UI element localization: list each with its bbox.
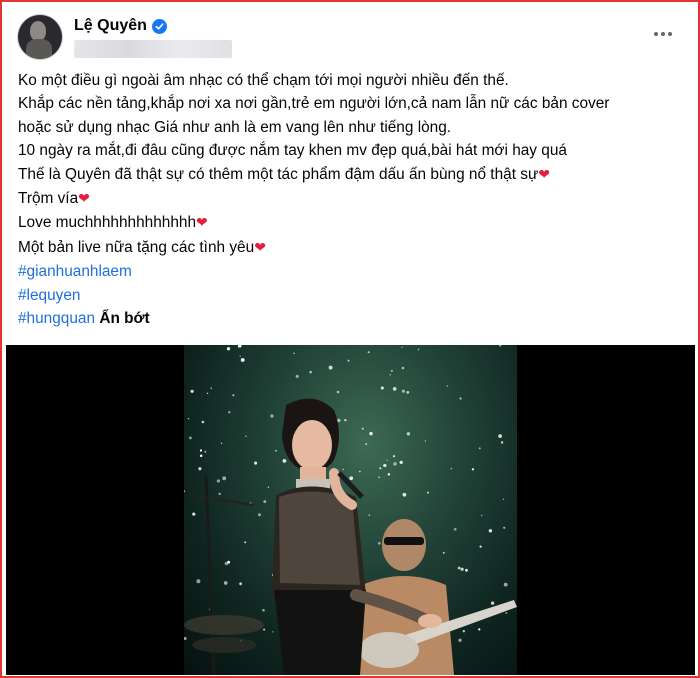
post-line: 10 ngày ra mắt,đi đâu cũng được nắm tay …: [18, 142, 567, 160]
concert-frame: [184, 345, 517, 675]
avatar-face: [30, 21, 46, 41]
hashtag-link[interactable]: #gianhuanhlaem: [18, 263, 132, 280]
hashtag-line: #gianhuanhlaem: [18, 260, 686, 283]
post-card: Lệ Quyên Ko một điều gì ngoài âm nhạc có…: [0, 0, 700, 678]
hashtag-link[interactable]: #hungquan: [18, 310, 95, 327]
heart-icon: ❤: [78, 191, 90, 208]
post-line: Khắp các nền tảng,khắp nơi xa nơi gần,tr…: [18, 95, 610, 113]
heart-icon: ❤: [196, 215, 208, 232]
author-name[interactable]: Lệ Quyên: [74, 17, 147, 35]
post-line: Love muchhhhhhhhhhhhh❤: [18, 214, 208, 232]
post-timestamp-blurred: [74, 40, 232, 58]
avatar-body: [26, 39, 52, 59]
post-line: hoặc sử dụng nhạc Giá như anh là em vang…: [18, 118, 452, 136]
see-less-button[interactable]: Ẩn bớt: [99, 310, 149, 327]
author-header: Lệ Quyên: [74, 17, 167, 35]
post-line: Một bản live nữa tặng các tình yêu❤: [18, 238, 266, 256]
concert-scene-image: [184, 345, 517, 675]
hashtag-line: #hungquan Ẩn bớt: [18, 307, 686, 330]
heart-icon: ❤: [538, 166, 550, 183]
post-line: Trộm vía❤: [18, 190, 90, 208]
post-line: Ko một điều gì ngoài âm nhạc có thể chạm…: [18, 72, 509, 89]
author-avatar[interactable]: [18, 15, 62, 59]
hashtag-link[interactable]: #lequyen: [18, 287, 80, 304]
verified-badge-icon: [151, 18, 167, 34]
post-video[interactable]: [6, 345, 695, 675]
hashtag-line: #lequyen: [18, 284, 686, 307]
heart-icon: ❤: [254, 239, 266, 256]
post-line: Thế là Quyên đã thật sự có thêm một tác …: [18, 165, 550, 183]
post-text: Ko một điều gì ngoài âm nhạc có thể chạm…: [18, 69, 686, 330]
more-options-icon[interactable]: [650, 24, 676, 44]
